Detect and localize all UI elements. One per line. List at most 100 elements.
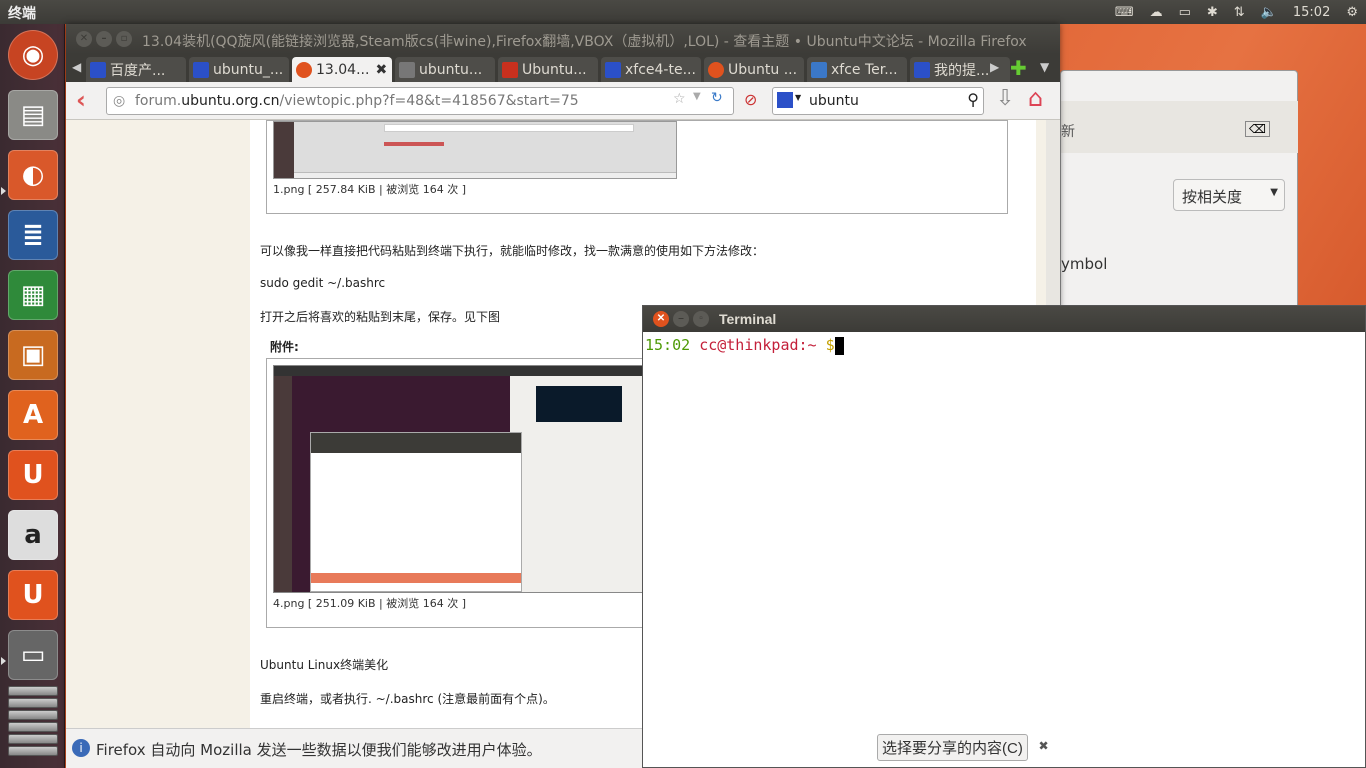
dash-button[interactable]: ◉ <box>8 30 58 80</box>
thumb-topbar <box>274 366 676 376</box>
tab-5[interactable]: Ubuntu... <box>498 57 598 82</box>
tab-4[interactable]: ubuntu... <box>395 57 495 82</box>
tab-7[interactable]: Ubuntu ... <box>704 57 804 82</box>
sort-dropdown[interactable]: 按相关度 ▼ <box>1173 179 1285 211</box>
bg-partial-text: ymbol <box>1061 255 1108 273</box>
volume-icon[interactable]: 🔈 <box>1261 5 1277 20</box>
power-icon[interactable]: ⚙ <box>1346 5 1358 20</box>
tab-label: 我的提... <box>934 62 990 79</box>
close-button[interactable]: ✕ <box>76 31 92 47</box>
search-bar[interactable]: ▼ ubuntu ⚲ <box>772 87 984 115</box>
launcher-overflow-item[interactable] <box>8 734 58 744</box>
bookmark-star-icon[interactable]: ☆ <box>673 91 686 107</box>
calc-launcher[interactable]: ▦ <box>8 270 58 320</box>
file-cabinet-icon: ▤ <box>20 100 46 130</box>
launcher-overflow-item[interactable] <box>8 710 58 720</box>
terminal-window[interactable]: ✕ – ▫ Terminal 15:02 cc@thinkpad:~ $ 选择要… <box>642 305 1366 768</box>
cloud-icon[interactable]: ☁ <box>1150 5 1163 20</box>
launcher-overflow-item[interactable] <box>8 686 58 696</box>
url-host: ubuntu.org.cn <box>181 93 280 109</box>
tab-3[interactable]: 13.04... ✖ <box>292 57 392 82</box>
search-icon[interactable]: ⚲ <box>967 90 979 109</box>
info-icon: i <box>72 739 90 757</box>
tab-label: xfce Ter... <box>831 61 898 78</box>
tab-label: Ubuntu... <box>522 61 587 78</box>
screenshot-thumbnail-2[interactable] <box>273 365 677 593</box>
post-paragraph: 重启终端，或者执行. ~/.bashrc (注意最前面有个点)。 <box>260 692 555 706</box>
home-icon[interactable]: ⌂ <box>1028 84 1043 112</box>
bluetooth-icon[interactable]: ✱ <box>1207 5 1218 20</box>
firefox-launcher[interactable]: ◐ <box>8 150 58 200</box>
presentation-icon: ▣ <box>20 340 46 370</box>
tab-2[interactable]: ubuntu_... <box>189 57 289 82</box>
post-heading: Ubuntu Linux终端美化 <box>260 658 389 672</box>
software-center-launcher[interactable]: A <box>8 390 58 440</box>
baidu-engine-icon[interactable] <box>777 92 793 108</box>
minimize-button[interactable]: – <box>96 31 112 47</box>
running-indicator <box>1 657 6 665</box>
writer-launcher[interactable]: ≣ <box>8 210 58 260</box>
spreadsheet-icon: ▦ <box>20 280 46 310</box>
launcher: ◉ ▤ ◐ ≣ ▦ ▣ A U a U ▭ <box>0 24 65 768</box>
tab-scroll-right-icon[interactable]: ▶ <box>990 60 999 74</box>
tab-scroll-left-icon[interactable]: ◀ <box>72 60 81 74</box>
music-icon: U <box>22 580 44 610</box>
amazon-icon: a <box>24 520 42 550</box>
maximize-button[interactable]: ▫ <box>116 31 132 47</box>
tab-label: ubuntu_... <box>213 61 284 78</box>
amazon-launcher[interactable]: a <box>8 510 58 560</box>
ubuntu-logo-icon: ◉ <box>21 40 45 70</box>
keyboard-icon[interactable]: ⌨ <box>1115 5 1134 20</box>
history-dropdown-icon[interactable]: ▼ <box>693 91 701 102</box>
baidu-icon <box>90 61 106 78</box>
new-tab-icon[interactable]: ✚ <box>1010 56 1027 80</box>
ubuntu-one-music-launcher[interactable]: U <box>8 570 58 620</box>
engine-dropdown-icon[interactable]: ▼ <box>795 93 801 102</box>
minimize-button[interactable]: – <box>673 311 689 327</box>
page-icon <box>399 61 415 78</box>
screenshot-thumbnail-1[interactable] <box>273 121 677 179</box>
thumb-line <box>384 142 444 146</box>
maximize-button[interactable]: ▫ <box>693 311 709 327</box>
back-icon[interactable]: ‹ <box>76 86 86 114</box>
close-button[interactable]: ✕ <box>653 311 669 327</box>
thumb-banner <box>536 386 622 422</box>
system-tray: ⌨ ☁ ▭ ✱ ⇅ 🔈 15:02 ⚙ <box>1107 0 1366 24</box>
terminal-icon: ▭ <box>20 640 46 670</box>
clock[interactable]: 15:02 <box>1293 5 1330 20</box>
launcher-overflow-item[interactable] <box>8 698 58 708</box>
terminal-title: Terminal <box>719 311 777 327</box>
url-bar[interactable]: ◎ forum.ubuntu.org.cn/viewtopic.php?f=48… <box>106 87 734 115</box>
download-icon[interactable]: ⇩ <box>996 86 1014 111</box>
terminal-titlebar: ✕ – ▫ Terminal <box>643 306 1365 332</box>
clear-icon[interactable]: ⌫ <box>1245 121 1270 137</box>
close-tab-icon[interactable]: ✖ <box>375 62 387 78</box>
url-path: /viewtopic.php?f=48&t=418567&start=75 <box>279 93 579 109</box>
list-tabs-icon[interactable]: ▼ <box>1040 60 1049 74</box>
terminal-launcher[interactable]: ▭ <box>8 630 58 680</box>
url-prefix: forum. <box>135 93 182 109</box>
firefox-titlebar: ✕ – ▫ 13.04装机(QQ旋风(能链接浏览器,Steam版cs(非wine… <box>66 24 1060 54</box>
network-icon[interactable]: ⇅ <box>1234 5 1245 20</box>
battery-icon[interactable]: ▭ <box>1179 5 1191 20</box>
search-input[interactable]: ubuntu <box>809 93 859 109</box>
tab-8[interactable]: xfce Ter... <box>807 57 907 82</box>
close-notification-icon[interactable]: ✖ <box>1039 736 1049 755</box>
running-indicator <box>1 187 6 195</box>
reload-icon[interactable]: ↻ <box>711 90 723 106</box>
thumb-launcher <box>274 122 294 178</box>
ubuntu-one-launcher[interactable]: U <box>8 450 58 500</box>
launcher-overflow-item[interactable] <box>8 746 58 756</box>
impress-launcher[interactable]: ▣ <box>8 330 58 380</box>
caption-1: 1.png [ 257.84 KiB | 被浏览 164 次 ] <box>273 183 466 196</box>
tab-6[interactable]: xfce4-te... <box>601 57 701 82</box>
adblock-icon[interactable]: ⊘ <box>744 90 757 109</box>
files-launcher[interactable]: ▤ <box>8 90 58 140</box>
share-button[interactable]: 选择要分享的内容(C) <box>877 734 1028 761</box>
baidu-icon <box>914 61 930 78</box>
launcher-overflow-item[interactable] <box>8 722 58 732</box>
sort-label: 按相关度 <box>1182 188 1243 206</box>
prompt-user: cc@thinkpad:~ <box>699 336 817 354</box>
tab-1[interactable]: 百度产... <box>86 57 186 82</box>
chevron-down-icon: ▼ <box>1270 187 1278 198</box>
